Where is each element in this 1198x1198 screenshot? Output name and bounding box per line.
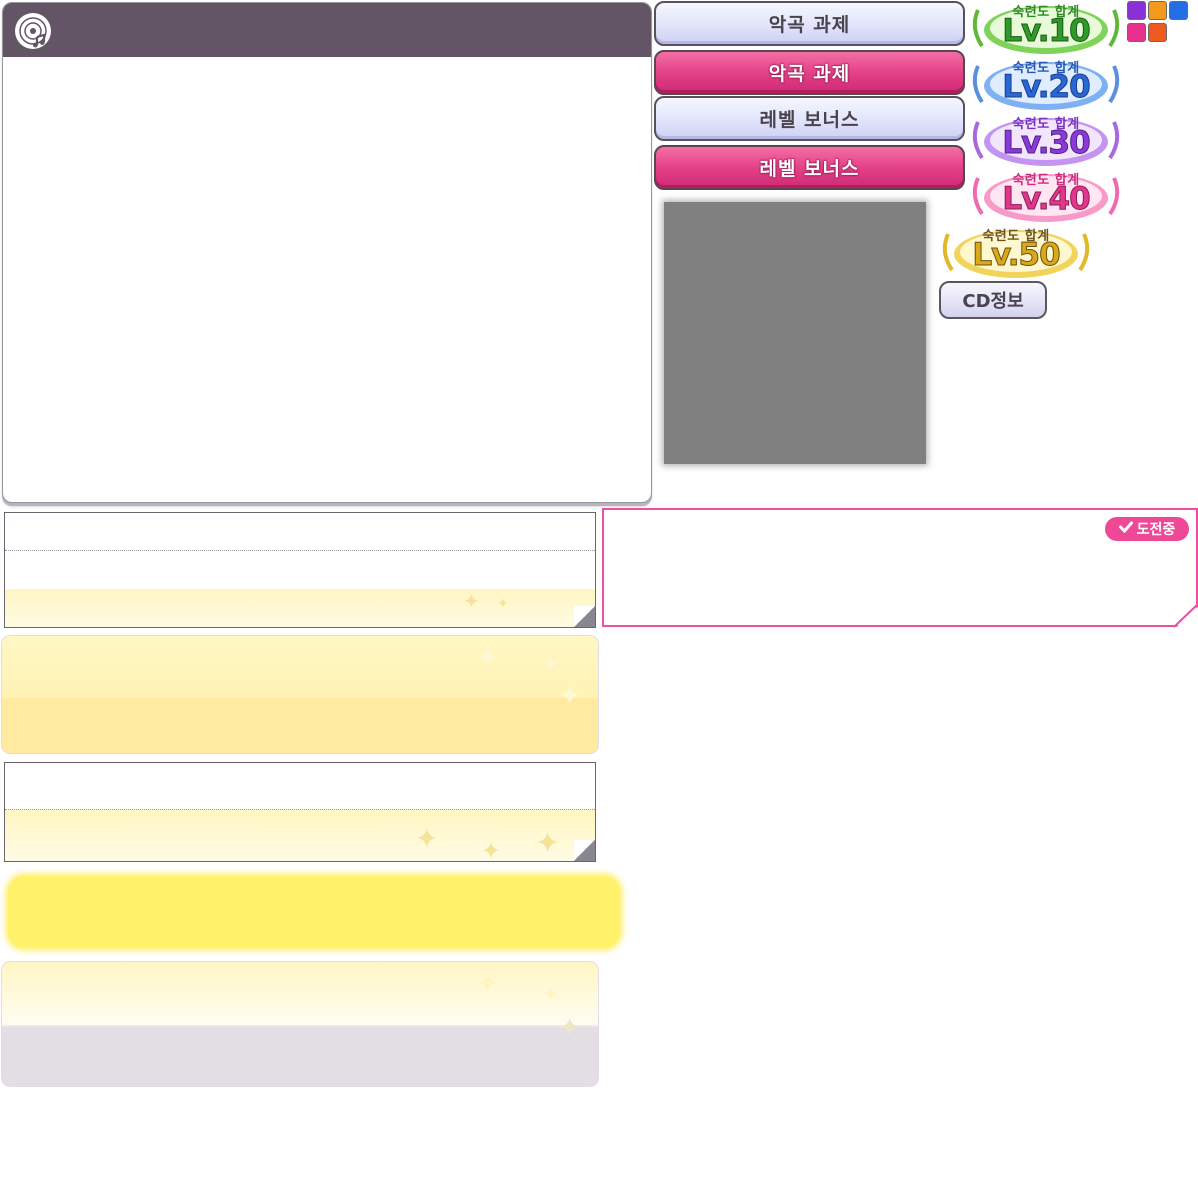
- badge-level: Lv.20: [1002, 69, 1091, 106]
- highlight-bar: [8, 876, 620, 948]
- music-disc-icon: [13, 11, 53, 51]
- badge-level-30: 숙련도 합계 Lv.30: [968, 112, 1124, 168]
- panel-bottom: [2, 1027, 598, 1086]
- panel-top: [2, 962, 598, 1025]
- sparkle-icon: ✦: [463, 589, 480, 613]
- tab-level-bonus[interactable]: 레벨 보너스: [654, 96, 965, 141]
- badge-level-20: 숙련도 합계 Lv.20: [968, 56, 1124, 112]
- task-note-panel-3: ✦ ✦ ✦: [4, 762, 596, 862]
- note-yellow-band: [5, 810, 595, 861]
- challenging-status-label: 도전중: [1136, 522, 1176, 538]
- tab-level-bonus-label: 레벨 보너스: [759, 109, 860, 131]
- cd-info-button[interactable]: CD정보: [939, 281, 1047, 319]
- tab-level-bonus-active-label: 레벨 보너스: [759, 158, 860, 180]
- sparkle-icon: ✦: [415, 822, 439, 855]
- task-panel-2: ✦ ✦ ✦: [1, 635, 599, 754]
- color-swatch-red: [1148, 23, 1167, 42]
- badge-level-40: 숙련도 합계 Lv.40: [968, 168, 1124, 224]
- sparkle-icon: ✦: [542, 982, 559, 1006]
- badge-level: Lv.30: [1002, 125, 1091, 162]
- tab-song-task-active-label: 악곡 과제: [768, 63, 851, 85]
- sparkle-icon: ✦: [476, 967, 500, 1000]
- panel-top: [2, 636, 598, 698]
- check-icon: [1118, 521, 1133, 537]
- sparkle-icon: ✦: [481, 837, 502, 862]
- badge-level: Lv.10: [1002, 13, 1091, 50]
- sparkle-icon: ✦: [558, 679, 582, 712]
- panel-bottom: [2, 698, 598, 753]
- badge-level-10: 숙련도 합계 Lv.10: [968, 0, 1124, 56]
- sparkle-icon: ✦: [542, 652, 559, 676]
- tab-song-task-label: 악곡 과제: [768, 14, 851, 36]
- color-swatch-purple: [1127, 1, 1146, 20]
- sparkle-icon: ✦: [535, 826, 561, 861]
- sparkle-icon: ✦: [497, 596, 509, 612]
- challenge-card-corner: [1173, 603, 1198, 628]
- divider: [5, 550, 595, 551]
- color-swatch-orange: [1148, 1, 1167, 20]
- color-swatch-magenta: [1127, 23, 1146, 42]
- task-panel-5: ✦ ✦ ✦: [1, 961, 599, 1087]
- main-panel-header: [3, 3, 651, 57]
- song-jacket-placeholder: [664, 202, 926, 464]
- page-fold-icon: [574, 840, 595, 861]
- cd-info-label: CD정보: [962, 291, 1024, 312]
- badge-level: Lv.40: [1002, 181, 1091, 218]
- sparkle-icon: ✦: [558, 1011, 582, 1044]
- sparkle-icon: ✦: [476, 641, 500, 674]
- color-swatch-blue: [1169, 1, 1188, 20]
- tab-song-task-active[interactable]: 악곡 과제: [654, 50, 965, 95]
- main-panel: [2, 2, 652, 503]
- badge-level-50: 숙련도 합계 Lv.50: [938, 224, 1094, 280]
- task-note-panel-1: ✦ ✦: [4, 512, 596, 628]
- tab-level-bonus-active[interactable]: 레벨 보너스: [654, 145, 965, 190]
- tab-song-task[interactable]: 악곡 과제: [654, 1, 965, 46]
- page-fold-icon: [574, 606, 595, 627]
- badge-level: Lv.50: [972, 237, 1061, 274]
- challenging-status-badge: 도전중: [1105, 517, 1189, 541]
